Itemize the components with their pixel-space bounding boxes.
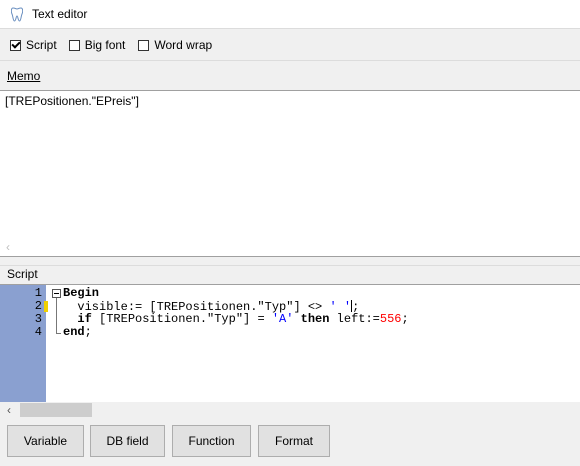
memo-horizontal-scrollbar[interactable]: ‹ (0, 239, 580, 256)
memo-text[interactable]: [TREPositionen."EPreis"] (5, 94, 139, 108)
script-horizontal-scrollbar[interactable]: ‹ (0, 402, 580, 419)
fold-guide-end (56, 333, 61, 334)
word-wrap-checkbox-box[interactable] (138, 39, 150, 51)
options-bar: Script Big font Word wrap (0, 31, 580, 59)
code-keyword: Begin (63, 286, 100, 300)
memo-label: Memo (7, 69, 40, 83)
title-separator (0, 28, 580, 29)
script-section-label: Script (7, 267, 38, 281)
memo-label-text: Memo (7, 69, 41, 83)
variable-button[interactable]: Variable (7, 425, 84, 457)
code-line[interactable]: Begin (63, 287, 99, 300)
big-font-checkbox[interactable]: Big font (68, 38, 126, 52)
line-number: 4 (34, 325, 42, 339)
big-font-checkbox-box[interactable] (68, 39, 80, 51)
script-checkbox[interactable]: Script (10, 38, 57, 52)
memo-editor[interactable]: [TREPositionen."EPreis"] ‹ (0, 90, 580, 257)
code-line[interactable]: if [TREPositionen."Typ"] = 'A' then left… (63, 312, 409, 326)
big-font-checkbox-label: Big font (84, 38, 126, 52)
code-text: left:= (329, 312, 380, 326)
fold-collapse-icon[interactable] (52, 289, 61, 298)
scroll-left-icon[interactable]: ‹ (6, 240, 10, 254)
code-line[interactable]: end; (63, 326, 92, 339)
code-number: 556 (379, 312, 402, 326)
window-title: Text editor (32, 7, 88, 21)
fold-guide (56, 298, 57, 334)
word-wrap-checkbox-label: Word wrap (154, 38, 213, 52)
code-keyword: if (77, 312, 92, 326)
script-separator (0, 265, 580, 266)
scroll-left-icon[interactable]: ‹ (7, 403, 11, 417)
code-text: ; (401, 312, 409, 326)
options-separator (0, 60, 580, 61)
script-checkbox-box[interactable] (10, 39, 21, 51)
code-keyword: then (300, 312, 330, 326)
script-editor[interactable]: 1 2 3 4 Begin visible:= [TREPositionen."… (0, 284, 580, 418)
word-wrap-checkbox[interactable]: Word wrap (138, 38, 212, 52)
modified-line-marker (44, 301, 48, 312)
code-keyword: end (63, 325, 85, 339)
code-text: ; (84, 325, 92, 339)
code-string: 'A' (271, 312, 294, 326)
function-button[interactable]: Function (172, 425, 251, 457)
title-bar: Text editor (0, 0, 580, 28)
format-button[interactable]: Format (258, 425, 330, 457)
tooth-icon (11, 6, 25, 22)
db-field-button[interactable]: DB field (90, 425, 165, 457)
line-number-gutter: 1 2 3 4 (0, 285, 48, 402)
script-label-text: Script (7, 267, 38, 281)
scrollbar-thumb[interactable] (20, 403, 92, 417)
script-checkbox-label: Script (26, 38, 57, 52)
button-bar: Variable DB field Function Format (0, 420, 580, 466)
code-text: [TREPositionen."Typ"] = (91, 312, 272, 326)
